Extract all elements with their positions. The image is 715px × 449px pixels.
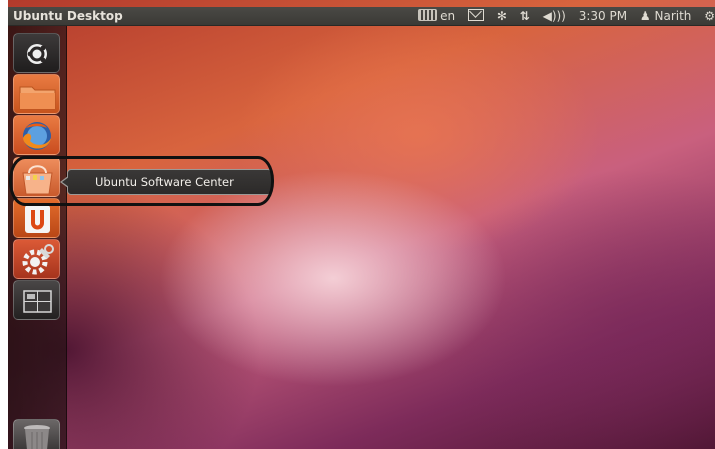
keyboard-indicator[interactable]: en (418, 7, 455, 26)
trash-icon (24, 425, 50, 449)
messaging-indicator[interactable] (467, 7, 484, 26)
screen: Ubuntu Desktop en ✻ ⇅ ◀))) 3:30 PM ♟ Nar… (0, 0, 715, 449)
bluetooth-icon: ✻ (496, 9, 507, 23)
user-icon: ♟ (639, 9, 651, 23)
launcher-item-home-folder[interactable] (13, 74, 60, 114)
workspace-icon (23, 290, 52, 313)
volume-indicator[interactable]: ◀))) (543, 7, 566, 26)
launcher (8, 26, 67, 449)
window-title: Ubuntu Desktop (13, 9, 123, 23)
user-menu[interactable]: ♟ Narith (640, 7, 692, 26)
launcher-item-system-settings[interactable] (13, 239, 60, 279)
bluetooth-indicator[interactable]: ✻ (497, 7, 507, 26)
keyboard-icon (418, 9, 438, 21)
settings-icon (22, 244, 54, 275)
mail-icon (467, 9, 484, 21)
network-indicator[interactable]: ⇅ (520, 7, 530, 26)
network-icon: ⇅ (519, 9, 530, 23)
launcher-item-dash[interactable] (13, 33, 60, 73)
ubuntu-logo-icon (27, 44, 47, 64)
volume-icon: ◀))) (542, 9, 566, 23)
desktop-wallpaper (8, 0, 715, 449)
keyboard-layout-label: en (440, 9, 456, 23)
launcher-item-trash[interactable] (13, 419, 60, 449)
firefox-icon (23, 122, 51, 150)
gear-icon: ⚙ (704, 9, 715, 23)
folder-icon (19, 86, 56, 110)
launcher-item-workspace-switcher[interactable] (13, 280, 60, 320)
top-panel: Ubuntu Desktop en ✻ ⇅ ◀))) 3:30 PM ♟ Nar… (8, 7, 715, 26)
highlight-outline (9, 156, 274, 206)
launcher-item-firefox[interactable] (13, 115, 60, 155)
indicator-area: en ✻ ⇅ ◀))) 3:30 PM ♟ Narith ⚙ (418, 7, 715, 26)
session-menu[interactable]: ⚙ (704, 7, 715, 26)
clock[interactable]: 3:30 PM (579, 7, 627, 26)
user-name: Narith (654, 9, 692, 23)
